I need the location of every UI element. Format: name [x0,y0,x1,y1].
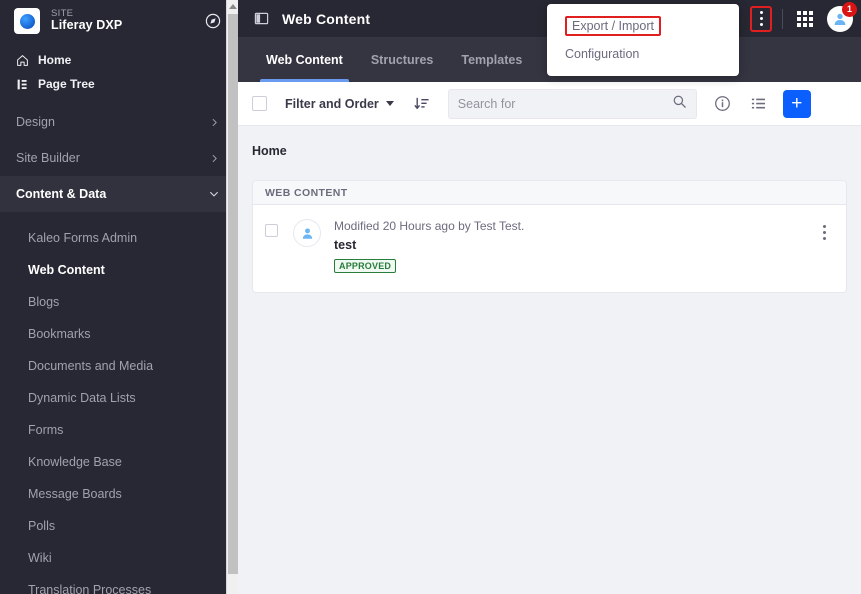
site-logo-icon [14,8,40,34]
table-row[interactable]: Modified 20 Hours ago by Test Test. test… [253,205,846,292]
avatar[interactable]: 1 [827,1,857,32]
page-tree-icon [14,78,30,91]
row-actions-ellipsis-icon[interactable] [814,225,834,240]
chevron-right-icon [209,117,220,128]
panel-toggle-icon[interactable] [250,8,272,30]
menu-item-export-import[interactable]: Export / Import [565,12,721,40]
tab-web-content[interactable]: Web Content [252,37,357,82]
sort-descending-icon[interactable] [414,96,430,112]
site-text: SITE Liferay DXP [51,8,123,33]
chevron-down-icon [208,188,220,200]
sidebar-section-content-and-data[interactable]: Content & Data [0,176,238,212]
search-input-wrapper[interactable] [447,88,697,119]
sidebar-item-wiki[interactable]: Wiki [0,542,238,574]
sidebar-section-site-builder-label: Site Builder [16,151,80,165]
sidebar-section-design[interactable]: Design [0,104,238,140]
sidebar-item-bookmarks[interactable]: Bookmarks [0,318,238,350]
sidebar-item-home-label: Home [38,53,72,67]
sidebar-item-knowledge-base[interactable]: Knowledge Base [0,446,238,478]
sidebar-item-home[interactable]: Home [0,48,238,72]
sidebar-item-page-tree-label: Page Tree [38,77,95,91]
row-modified-meta: Modified 20 Hours ago by Test Test. [334,219,525,233]
tab-structures[interactable]: Structures [357,37,448,82]
add-web-content-button[interactable]: + [782,89,811,118]
page-title: Web Content [282,10,371,27]
sidebar-content-data-list: Kaleo Forms Admin Web Content Blogs Book… [0,212,238,594]
row-checkbox[interactable] [265,224,278,237]
sidebar-item-kaleo-forms-admin[interactable]: Kaleo Forms Admin [0,222,238,254]
sidebar-item-forms[interactable]: Forms [0,414,238,446]
info-circle-icon[interactable] [709,90,737,118]
menu-item-export-import-label: Export / Import [565,16,661,36]
sidebar-section-site-builder[interactable]: Site Builder [0,140,238,176]
select-all-checkbox[interactable] [252,96,267,111]
management-toolbar: Filter and Order Search for + [238,82,861,126]
sidebar-item-translation-processes[interactable]: Translation Processes [0,574,238,594]
search-icon[interactable] [672,94,687,114]
topbar-actions-dropdown-menu: Export / Import Configuration [547,4,739,76]
sidebar-item-documents-and-media[interactable]: Documents and Media [0,350,238,382]
card-header-label: WEB CONTENT [253,181,846,205]
row-avatar-icon [293,219,321,247]
applications-grid-icon[interactable] [793,7,817,31]
sidebar-section-content-and-data-label: Content & Data [16,187,107,201]
topbar-actions: 1 [750,1,857,32]
chevron-down-icon [385,101,394,106]
sidebar-item-polls[interactable]: Polls [0,510,238,542]
sidebar-section-design-label: Design [16,115,55,129]
menu-item-configuration[interactable]: Configuration [547,40,739,68]
list-view-icon[interactable] [745,90,773,118]
sidebar-item-web-content[interactable]: Web Content [0,254,238,286]
search-input[interactable] [457,96,672,111]
sidebar-item-blogs[interactable]: Blogs [0,286,238,318]
site-header: SITE Liferay DXP [0,0,238,44]
sidebar-item-page-tree[interactable]: Page Tree [0,72,238,96]
tab-templates[interactable]: Templates [447,37,536,82]
site-name: Liferay DXP [51,18,123,33]
scrollbar-up-arrow-icon[interactable] [227,0,238,13]
notification-badge: 1 [842,1,857,17]
compass-icon[interactable] [202,10,224,32]
sidebar-primary-nav: Home Page Tree [0,44,238,104]
content-area: Home WEB CONTENT Modified 20 Hours ago b… [238,126,861,293]
main-content: Web Content 1 Web Content Structures Tem… [238,0,861,594]
web-content-card: WEB CONTENT Modified 20 Hours ago by Tes… [252,180,847,293]
filter-and-order-label: Filter and Order [285,96,379,111]
row-body: Modified 20 Hours ago by Test Test. test… [334,219,814,274]
scrollbar-thumb[interactable] [228,14,238,574]
sidebar: SITE Liferay DXP Home Page Tree Design S… [0,0,238,594]
vertical-ellipsis-icon[interactable] [750,5,772,32]
status-badge: APPROVED [334,258,397,273]
sidebar-item-dynamic-data-lists[interactable]: Dynamic Data Lists [0,382,238,414]
filter-and-order-dropdown[interactable]: Filter and Order [285,97,394,111]
sidebar-scrollbar[interactable] [226,0,238,594]
sidebar-item-message-boards[interactable]: Message Boards [0,478,238,510]
divider [782,8,783,29]
row-title: test [334,237,357,252]
home-icon [14,54,30,67]
breadcrumb: Home [252,144,287,158]
app-root: SITE Liferay DXP Home Page Tree Design S… [0,0,861,594]
chevron-right-icon [209,153,220,164]
